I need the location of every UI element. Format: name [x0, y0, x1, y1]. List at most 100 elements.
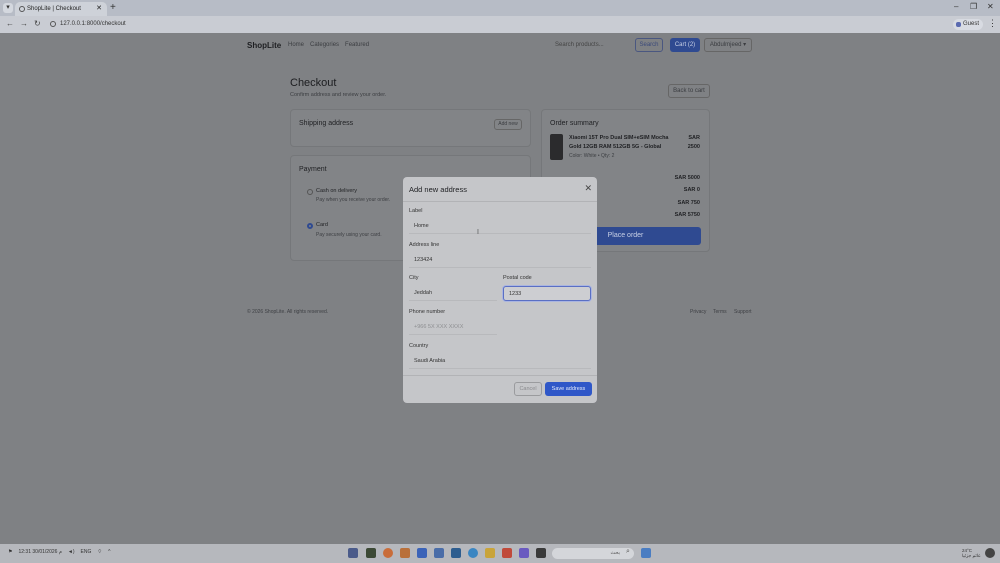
save-address-button[interactable]: Save address [545, 382, 592, 396]
country-input[interactable] [409, 354, 591, 369]
payment-option-card-desc: Pay securely using your card. [316, 232, 382, 238]
shipping-card: Shipping address Add new [290, 109, 531, 147]
main-nav: Home Categories Featured [288, 42, 369, 48]
weather-icon [985, 548, 995, 558]
page-subtitle: Confirm address and review your order. [290, 92, 387, 98]
tab-search-icon[interactable]: ▾ [3, 3, 13, 13]
profile-button[interactable]: Guest [953, 19, 983, 30]
close-window-icon[interactable]: ✕ [987, 2, 994, 11]
terminal-icon[interactable] [366, 548, 376, 558]
phone-field-label: Phone number [409, 309, 446, 315]
app-icon[interactable] [400, 548, 410, 558]
tray-chevron-icon[interactable]: ^ [108, 549, 110, 555]
cart-button[interactable]: Cart (2) [670, 38, 700, 52]
city-input[interactable] [409, 286, 497, 301]
modal-header-divider [403, 201, 597, 202]
cancel-button[interactable]: Cancel [514, 382, 542, 396]
close-tab-icon[interactable]: ✕ [96, 2, 102, 16]
url-bar[interactable]: 127.0.0.1:8000/checkout [46, 19, 946, 30]
add-address-button[interactable]: Add new [494, 119, 522, 130]
favicon-icon [19, 6, 25, 12]
nav-home[interactable]: Home [288, 42, 304, 48]
notification-icon[interactable]: ⚑ [8, 549, 12, 555]
reload-icon[interactable]: ↻ [34, 19, 41, 28]
payment-radio-cod[interactable] [307, 189, 313, 195]
app3-icon[interactable] [536, 548, 546, 558]
nav-featured[interactable]: Featured [345, 42, 369, 48]
address-input[interactable] [409, 253, 591, 268]
shipping-title: Shipping address [299, 120, 354, 127]
nav-categories[interactable]: Categories [310, 42, 339, 48]
word-icon[interactable] [451, 548, 461, 558]
clock[interactable]: 12:31 م 30/01/2026 [18, 549, 61, 555]
payment-option-card[interactable]: Card [316, 222, 328, 228]
add-address-modal: Add new address ✕ Label Address line Cit… [403, 177, 597, 403]
user-menu-button[interactable]: Abdulmjeed ▾ [704, 38, 752, 52]
label-field-label: Label [409, 208, 423, 214]
mail-icon[interactable] [434, 548, 444, 558]
postal-field-label: Postal code [503, 275, 532, 281]
back-to-cart-button[interactable]: Back to cart [668, 84, 710, 98]
tab-title: ShopLite | Checkout [27, 6, 81, 12]
payment-option-cod[interactable]: Cash on delivery [316, 188, 357, 194]
os-taskbar: ⚑ 12:31 م 30/01/2026 ◄) ENG ⌔ ^ بحث ⌕ 24… [0, 544, 1000, 563]
taskbar-search[interactable]: بحث [552, 548, 634, 559]
text-cursor-icon: I [477, 229, 479, 236]
browser-toolbar: ← → ↻ 127.0.0.1:8000/checkout Guest ⋮ [0, 16, 1000, 33]
search-input[interactable]: Search products... [552, 39, 630, 51]
modal-title: Add new address [409, 185, 467, 194]
product-price-value: 2500 [687, 144, 700, 150]
phone-input[interactable] [409, 320, 497, 335]
footer-privacy[interactable]: Privacy [690, 309, 706, 315]
search-button[interactable]: Search [635, 38, 663, 52]
product-name-line2: Gold 12GB RAM 512GB 5G - Global [569, 144, 662, 150]
back-icon[interactable]: ← [6, 19, 14, 28]
user-menu-label: Abdulmjeed [709, 42, 742, 48]
city-field-label: City [409, 275, 419, 281]
restore-icon[interactable]: ❐ [970, 2, 977, 11]
browser-tabbar: ▾ ShopLite | Checkout ✕ + – ❐ ✕ [0, 0, 1000, 16]
clock-date: 30/01/2026 [32, 549, 58, 555]
weather-widget[interactable]: 24°C غائم جزئيا [962, 548, 980, 558]
task-view-icon[interactable] [348, 548, 358, 558]
url-text: 127.0.0.1:8000/checkout [60, 21, 126, 27]
brave-icon[interactable] [502, 548, 512, 558]
widgets-icon[interactable] [641, 548, 651, 558]
browser-tab[interactable]: ShopLite | Checkout ✕ [15, 2, 107, 16]
tax-value: SAR 750 [677, 200, 700, 206]
modal-footer-divider [403, 375, 597, 376]
chrome-icon[interactable] [383, 548, 393, 558]
product-price-currency: SAR [688, 135, 700, 141]
payment-option-cod-desc: Pay when you receive your order. [316, 197, 391, 203]
footer-copyright: © 2026 ShopLite. All rights reserved. [247, 309, 329, 315]
language-indicator[interactable]: ENG [81, 549, 92, 555]
minimize-icon[interactable]: – [954, 2, 958, 11]
chevron-down-icon: ▾ [743, 42, 747, 48]
site-info-icon[interactable] [50, 21, 56, 27]
payment-radio-card[interactable] [307, 223, 313, 229]
wifi-icon[interactable]: ⌔ [97, 549, 102, 555]
product-name-line1: Xiaomi 15T Pro Dual SIM+eSIM Mocha [569, 135, 669, 141]
payment-title: Payment [299, 166, 327, 173]
forward-icon[interactable]: → [20, 19, 28, 28]
total-value: SAR 5750 [674, 212, 700, 218]
shipping-value: SAR 0 [683, 187, 700, 193]
postal-code-input[interactable] [503, 286, 591, 301]
weather-desc: غائم جزئيا [962, 553, 981, 558]
country-field-label: Country [409, 343, 429, 349]
page-title: Checkout [290, 77, 337, 89]
volume-icon[interactable]: ◄) [68, 549, 75, 555]
label-input[interactable] [409, 219, 591, 234]
address-field-label: Address line [409, 242, 440, 248]
new-tab-icon[interactable]: + [110, 2, 116, 14]
edge-icon[interactable] [468, 548, 478, 558]
vscode-icon[interactable] [417, 548, 427, 558]
close-icon[interactable]: ✕ [584, 183, 592, 194]
footer-support[interactable]: Support [734, 309, 752, 315]
browser-menu-icon[interactable]: ⋮ [988, 18, 997, 29]
footer-terms[interactable]: Terms [713, 309, 727, 315]
file-explorer-icon[interactable] [485, 548, 495, 558]
summary-title: Order summary [550, 120, 599, 127]
app2-icon[interactable] [519, 548, 529, 558]
brand-logo[interactable]: ShopLite [247, 41, 281, 50]
